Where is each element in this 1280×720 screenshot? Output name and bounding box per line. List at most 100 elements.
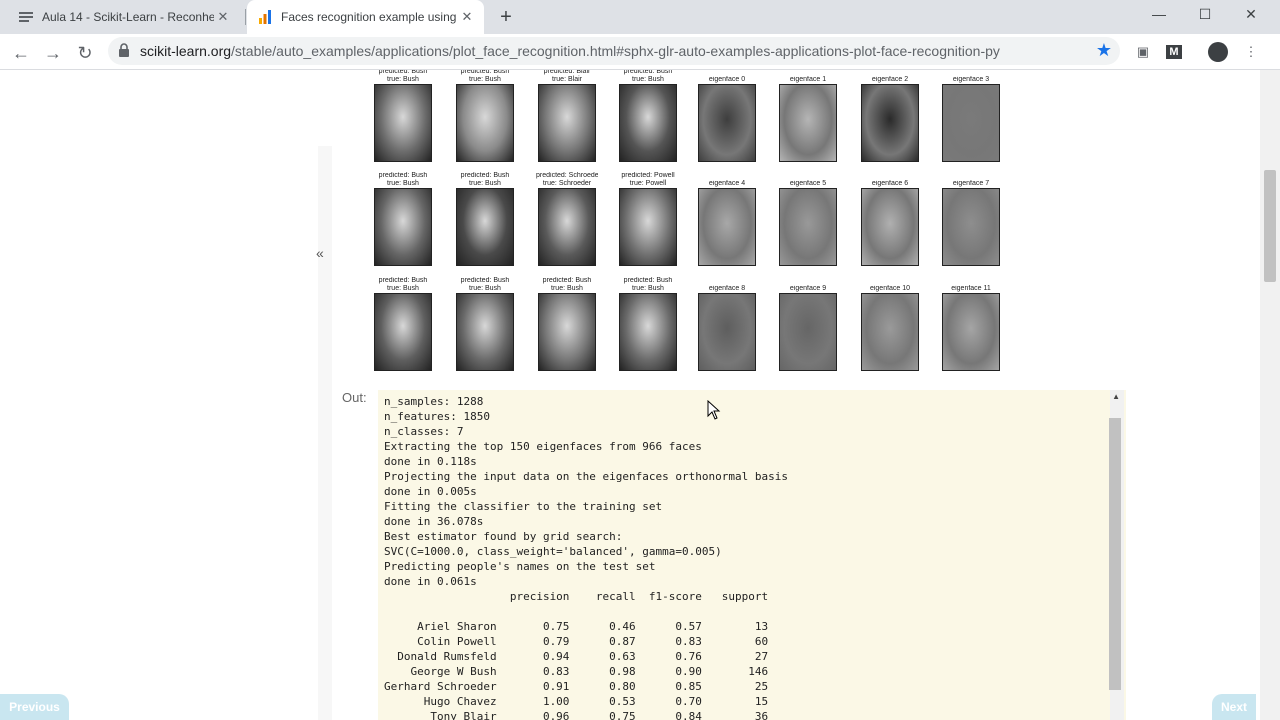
predicted-label: predicted: Bush [542,277,592,284]
output-scrollbar[interactable]: ▲ [1109,390,1124,720]
predicted-label: predicted: Bush [378,277,428,284]
tab-aula-14[interactable]: Aula 14 - Scikit-Learn - Reconhec ✕ [8,0,240,34]
prediction-cell: predicted: Bush true: Bush [372,277,434,371]
menu-dots-icon[interactable]: ⋮ [1240,41,1262,63]
prediction-cell: predicted: Blair true: Blair [536,70,598,162]
page-scrollbar[interactable] [1260,70,1280,720]
collapse-sidebar-icon[interactable]: « [316,245,324,261]
eigenface-cell: eigenface 1 [777,76,839,162]
minimize-icon[interactable]: — [1136,0,1182,28]
eigenface-cell: eigenface 6 [859,180,921,266]
tab-strip: Aula 14 - Scikit-Learn - Reconhec ✕ Face… [0,0,1280,34]
face-image [619,188,677,266]
eigenface-caption: eigenface 0 [708,76,746,83]
prediction-caption: predicted: Bush true: Bush [454,70,516,84]
prediction-caption: predicted: Bush true: Bush [372,277,434,293]
browser-toolbar: ← → ↻ scikit-learn.org/stable/auto_examp… [0,34,1280,70]
face-image [619,293,677,371]
true-label: true: Bush [551,285,583,292]
eigenface-cell: eigenface 3 [940,76,1002,162]
face-recognition-figure: predicted: Bush true: Bush predicted: Bush… [370,70,1010,375]
predicted-label: predicted: Bush [623,277,673,284]
reload-icon[interactable]: ↻ [71,39,99,67]
tab-title: Aula 14 - Scikit-Learn - Reconhec [42,10,214,24]
eigenface-caption: eigenface 4 [708,180,746,187]
tab-faces-recognition[interactable]: Faces recognition example using ✕ [247,0,484,34]
true-label: true: Bush [387,76,419,83]
output-block[interactable]: n_samples: 1288 n_features: 1850 n_class… [378,390,1126,720]
eigenface-image [698,293,756,371]
next-button[interactable]: Next [1212,694,1256,720]
sidebar-panel [318,146,332,720]
prediction-cell: predicted: Bush true: Bush [372,70,434,162]
eigenface-cell: eigenface 10 [859,285,921,371]
eigenface-caption: eigenface 7 [952,180,990,187]
eigenface-image [698,84,756,162]
tab-close-icon[interactable]: ✕ [214,8,232,26]
prediction-cell: predicted: Bush true: Bush [454,277,516,371]
face-image [456,293,514,371]
output-scroll-thumb[interactable] [1109,418,1121,690]
m-extension-icon[interactable]: M [1163,41,1185,63]
url-text: scikit-learn.org/stable/auto_examples/ap… [140,43,1000,59]
true-label: true: Bush [632,285,664,292]
eigenface-cell: eigenface 7 [940,180,1002,266]
address-bar[interactable]: scikit-learn.org/stable/auto_examples/ap… [108,37,1120,65]
eigenface-cell: eigenface 2 [859,76,921,162]
face-image [619,84,677,162]
eigenface-image [779,188,837,266]
prediction-caption: predicted: Bush true: Bush [454,172,516,188]
eigenface-image [698,188,756,266]
output-label: Out: [342,390,367,405]
prediction-caption: predicted: Bush true: Bush [617,277,679,293]
tab-separator [245,9,246,25]
prediction-cell: predicted: Bush true: Bush [372,172,434,266]
analytics-favicon-icon [257,9,273,25]
face-image [538,293,596,371]
prediction-caption: predicted: Bush true: Bush [536,277,598,293]
close-window-icon[interactable]: ✕ [1228,0,1274,28]
prediction-caption: predicted: Bush true: Bush [372,172,434,188]
new-tab-icon[interactable]: + [495,6,517,28]
face-image [538,84,596,162]
eigenface-caption: eigenface 11 [951,285,991,292]
forward-icon[interactable]: → [39,39,67,67]
eigenface-cell: eigenface 4 [696,180,758,266]
profile-avatar-icon[interactable] [1207,41,1229,63]
eigenface-image [861,293,919,371]
eigenface-image [942,84,1000,162]
back-icon[interactable]: ← [7,39,35,67]
eigenface-caption: eigenface 10 [869,285,911,292]
predicted-label: predicted: Schroeder [536,172,598,179]
scroll-up-icon[interactable]: ▲ [1112,392,1120,401]
page-content: « predicted: Bush true: Bush predicted: Bu… [0,70,1280,720]
media-extension-icon[interactable]: ▣ [1132,41,1154,63]
face-image [538,188,596,266]
predicted-label: predicted: Bush [460,277,510,284]
eigenface-cell: eigenface 5 [777,180,839,266]
eigenface-cell: eigenface 8 [696,285,758,371]
prediction-caption: predicted: Schroeder true: Schroeder [536,172,598,188]
true-label: true: Powell [629,180,667,187]
prediction-cell: predicted: Bush true: Bush [617,70,679,162]
true-label: true: Bush [632,76,664,83]
true-label: true: Bush [469,180,501,187]
maximize-icon[interactable]: ☐ [1182,0,1228,28]
bookmark-star-icon[interactable]: ★ [1096,40,1112,61]
prediction-cell: predicted: Bush true: Bush [454,172,516,266]
eigenface-image [779,293,837,371]
tab-close-icon[interactable]: ✕ [458,8,476,26]
prediction-cell: predicted: Bush true: Bush [617,277,679,371]
eigenface-caption: eigenface 2 [871,76,909,83]
page-scroll-thumb[interactable] [1264,170,1276,282]
eigenface-image [861,188,919,266]
previous-button[interactable]: Previous [0,694,69,720]
face-image [456,84,514,162]
eigenface-image [779,84,837,162]
prediction-cell: predicted: Bush true: Bush [536,277,598,371]
true-label: true: Schroeder [542,180,592,187]
face-image [374,293,432,371]
true-label: true: Blair [552,76,582,83]
prediction-cell: predicted: Powell true: Powell [617,172,679,266]
scikit-tab-favicon-icon [18,9,34,25]
